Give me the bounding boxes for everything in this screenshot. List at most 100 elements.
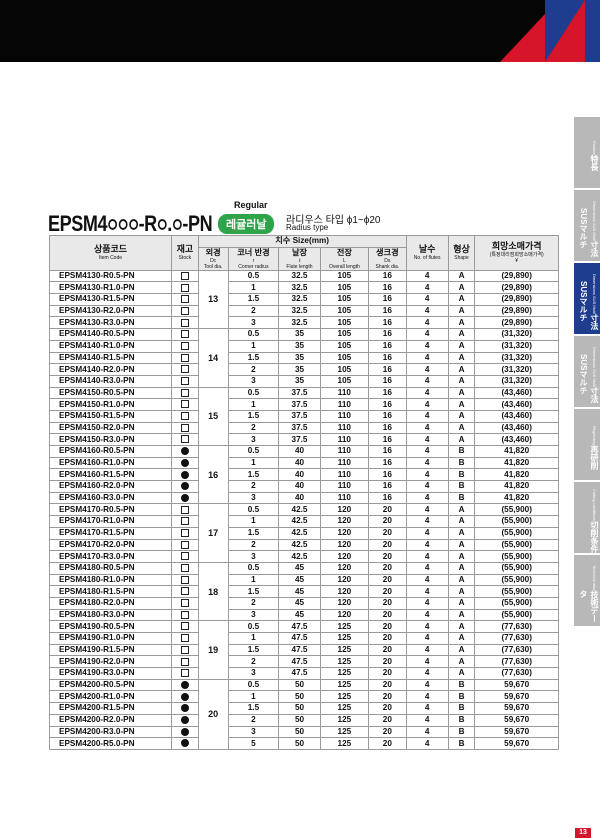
overall-length-cell: 125: [319, 632, 370, 645]
shape-cell: A: [447, 386, 476, 400]
table-row: EPSM4140-R0.5-PN 14 0.5 35 105 16 4 A (31,320): [49, 328, 559, 388]
flute-length-cell: 50: [278, 678, 321, 692]
item-code: EPSM4180-R2.0-PN: [49, 596, 172, 610]
corner-radius-cell: 1: [227, 515, 280, 528]
item-code: EPSM4190-R0.5-PN: [49, 620, 172, 633]
flute-length-cell: 40: [278, 468, 321, 482]
not-stocked-square-icon: [180, 318, 189, 327]
shape-cell: A: [447, 515, 476, 528]
price-cell: 59,670: [474, 678, 559, 692]
flutes-cell: 4: [405, 480, 449, 493]
stock-cell: [171, 304, 199, 318]
corner-radius-cell: 1.5: [227, 351, 280, 365]
shank-dia-cell: 16: [368, 468, 407, 482]
flutes-cell: 4: [405, 316, 449, 330]
item-code: EPSM4170-R1.0-PN: [49, 515, 172, 528]
price-cell: (29,890): [474, 316, 559, 330]
shank-dia-cell: 20: [368, 608, 407, 622]
shank-dia-cell: 20: [368, 725, 407, 739]
overall-length-cell: 120: [319, 526, 370, 540]
flute-length-cell: 50: [278, 713, 321, 727]
side-tab-1[interactable]: Feature特長: [574, 117, 600, 188]
price-cell: (77,630): [474, 643, 559, 657]
side-tab-7[interactable]: Technical data技術データ: [574, 555, 600, 626]
flute-length-cell: 47.5: [278, 667, 321, 680]
item-code: EPSM4190-R3.0-PN: [49, 667, 172, 680]
price-cell: (31,320): [474, 351, 559, 365]
stock-cell: [171, 503, 199, 517]
flutes-cell: 4: [405, 573, 449, 587]
not-stocked-square-icon: [180, 517, 189, 526]
item-code: EPSM4170-R0.5-PN: [49, 503, 172, 517]
flutes-cell: 4: [405, 725, 449, 739]
corner-radius-cell: 0.5: [227, 561, 280, 575]
in-stock-dot-icon: [180, 447, 189, 456]
corner-radius-cell: 2: [227, 538, 280, 552]
side-tab-6[interactable]: Cutting conditions切削条件: [574, 482, 600, 553]
shape-cell: B: [447, 491, 476, 505]
shape-cell: B: [447, 737, 476, 750]
flutes-cell: 4: [405, 421, 449, 435]
stock-cell: [171, 456, 199, 470]
tool-dia-cell: 16: [197, 444, 229, 505]
overall-length-cell: 120: [319, 573, 370, 587]
shank-dia-cell: 16: [368, 480, 407, 493]
overall-length-cell: 105: [319, 281, 370, 295]
corner-radius-cell: 0.5: [227, 269, 280, 283]
flutes-cell: 4: [405, 491, 449, 505]
shank-dia-cell: 20: [368, 596, 407, 610]
shank-dia-cell: 16: [368, 293, 407, 306]
flute-length-cell: 45: [278, 561, 321, 575]
stock-cell: [171, 293, 199, 306]
price-cell: (55,900): [474, 573, 559, 587]
side-tab-4[interactable]: Dimensions SUS Multi寸法 SUSマルチ: [574, 336, 600, 407]
corner-radius-cell: 1: [227, 398, 280, 411]
stock-cell: [171, 561, 199, 575]
side-tab-2[interactable]: Dimensions SUS Multi寸法 SUSマルチ: [574, 190, 600, 261]
shank-dia-cell: 16: [368, 386, 407, 400]
shape-cell: A: [447, 550, 476, 563]
flutes-cell: 4: [405, 655, 449, 669]
shank-dia-cell: 16: [368, 281, 407, 295]
not-stocked-square-icon: [180, 528, 189, 537]
item-code: EPSM4190-R1.0-PN: [49, 632, 172, 645]
corner-radius-cell: 2: [227, 596, 280, 610]
shank-dia-cell: 20: [368, 643, 407, 657]
corner-radius-cell: 1: [227, 456, 280, 470]
side-tab-5[interactable]: Regrinding再研削: [574, 409, 600, 480]
price-cell: (29,890): [474, 293, 559, 306]
item-code: EPSM4130-R1.5-PN: [49, 293, 172, 306]
shape-cell: A: [447, 585, 476, 598]
stock-cell: [171, 515, 199, 528]
item-code: EPSM4180-R0.5-PN: [49, 561, 172, 575]
price-cell: (77,630): [474, 667, 559, 680]
stock-cell: [171, 480, 199, 493]
flutes-cell: 4: [405, 468, 449, 482]
price-cell: 41,820: [474, 468, 559, 482]
side-tab-3[interactable]: Dimensions SUS Multi寸法 SUSマルチ: [574, 263, 600, 334]
flutes-cell: 4: [405, 328, 449, 341]
flutes-cell: 4: [405, 456, 449, 470]
flutes-cell: 4: [405, 538, 449, 552]
item-code: EPSM4200-R5.0-PN: [49, 737, 172, 750]
overall-length-cell: 125: [319, 678, 370, 692]
overall-length-cell: 120: [319, 538, 370, 552]
flute-length-cell: 35: [278, 374, 321, 388]
col-r: 코너 반경 r Corner radius: [227, 246, 280, 271]
not-stocked-square-icon: [180, 610, 189, 619]
side-tab-en-label: Technical data: [592, 564, 597, 591]
overall-length-cell: 105: [319, 304, 370, 318]
shank-dia-cell: 16: [368, 316, 407, 330]
table-row: EPSM4190-R3.0-PN 3 47.5 125 20 4 A (77,630): [49, 667, 559, 680]
corner-radius-cell: 0.5: [227, 503, 280, 517]
shape-cell: A: [447, 643, 476, 657]
overall-length-cell: 125: [319, 737, 370, 750]
shape-cell: A: [447, 421, 476, 435]
flute-length-cell: 45: [278, 585, 321, 598]
price-cell: (55,900): [474, 608, 559, 622]
not-stocked-square-icon: [180, 377, 189, 386]
corner-radius-cell: 1: [227, 632, 280, 645]
stock-cell: [171, 339, 199, 353]
flute-length-cell: 47.5: [278, 620, 321, 633]
item-code: EPSM4130-R0.5-PN: [49, 269, 172, 283]
